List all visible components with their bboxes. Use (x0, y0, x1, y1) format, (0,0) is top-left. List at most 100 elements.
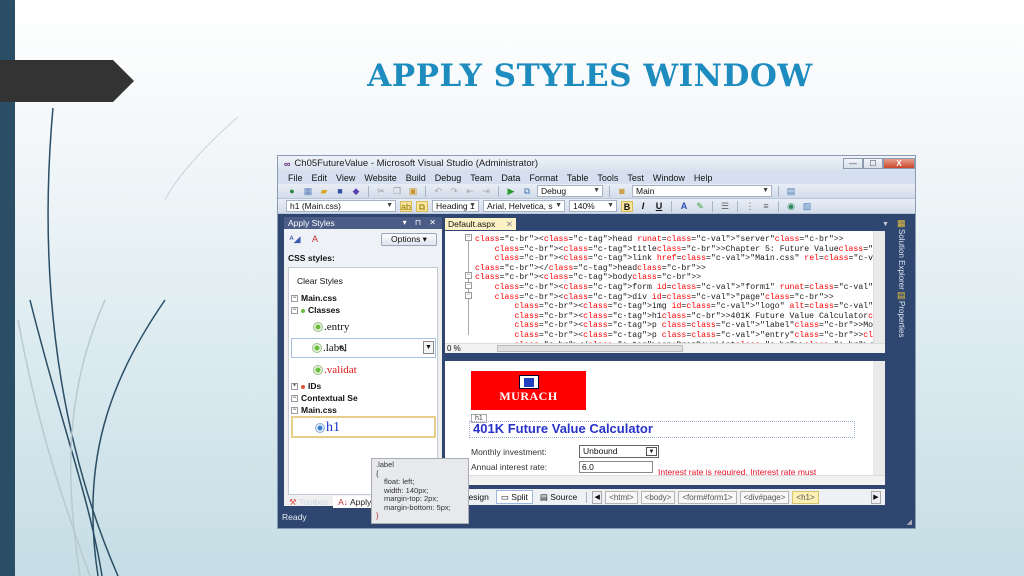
breadcrumb-right-icon[interactable]: ▶ (871, 490, 881, 504)
configuration-combo[interactable]: Debug ▼ (537, 185, 603, 197)
style-entry[interactable]: .entry (313, 321, 349, 333)
source-vertical-scrollbar[interactable] (873, 231, 885, 353)
foreground-color-icon[interactable]: A (678, 201, 690, 212)
style-dropdown-button[interactable]: ▼ (423, 341, 434, 354)
breadcrumb-left-icon[interactable]: ◀ (592, 490, 603, 504)
tab-properties[interactable]: Properties (897, 301, 906, 337)
open-folder-icon[interactable]: ▰ (318, 186, 330, 197)
collapse-icon[interactable]: − (291, 395, 298, 403)
maximize-button[interactable]: ☐ (863, 157, 883, 169)
document-list-chevron-icon[interactable]: ▼ (882, 221, 889, 228)
style-h1-row[interactable]: h1 (291, 416, 436, 438)
breadcrumb-body[interactable]: <body> (640, 490, 676, 504)
style-application-icon[interactable]: ab (400, 200, 412, 212)
breadcrumb-div[interactable]: <div#page> (739, 490, 790, 504)
style-validator[interactable]: .validat (313, 364, 357, 376)
styles-icon[interactable]: ▧ (801, 201, 813, 212)
tree-contextual-selectors[interactable]: − Contextual Se (291, 393, 358, 403)
options-button[interactable]: Options ▾ (381, 232, 437, 246)
block-format-combo[interactable]: Heading 1 ▼ (432, 200, 479, 212)
find-combo[interactable]: Main ▼ (632, 185, 772, 197)
collapse-icon[interactable]: − (465, 234, 472, 241)
menu-window[interactable]: Window (653, 173, 685, 183)
find-in-files-icon[interactable]: ◙ (616, 186, 628, 197)
tab-toolbox[interactable]: ⚒ Toolbox (284, 496, 333, 508)
design-view[interactable]: MURACH h1 401K Future Value Calculator M… (445, 361, 885, 485)
zoom-level[interactable]: 0 % (447, 344, 481, 353)
menu-test[interactable]: Test (627, 173, 644, 183)
source-horizontal-scrollbar[interactable]: 0 % (445, 343, 885, 353)
collapse-icon[interactable]: − (291, 295, 298, 303)
menu-table[interactable]: Table (567, 173, 589, 183)
numbered-list-icon[interactable]: ⋮ (744, 201, 756, 212)
attach-stylesheet-icon[interactable]: A (309, 234, 321, 245)
style-label-row[interactable]: .label ↖ ▼ (291, 338, 436, 358)
style-h1[interactable]: h1 (315, 420, 340, 436)
new-project-icon[interactable]: ● (286, 186, 298, 197)
copy-icon[interactable]: ❐ (391, 186, 403, 197)
menu-tools[interactable]: Tools (597, 173, 618, 183)
menu-debug[interactable]: Debug (435, 173, 462, 183)
browser-icon[interactable]: ⧉ (521, 186, 533, 197)
collapse-icon[interactable]: − (465, 282, 472, 289)
highlight-color-icon[interactable]: ✎ (694, 201, 706, 212)
menu-build[interactable]: Build (406, 173, 426, 183)
tree-main-css[interactable]: − Main.css (291, 293, 337, 303)
close-button[interactable]: X (883, 157, 915, 169)
navigate-back-icon[interactable]: ⇤ (464, 186, 476, 197)
menu-view[interactable]: View (336, 173, 355, 183)
scroll-thumb[interactable] (497, 345, 683, 352)
monthly-investment-select[interactable]: Unbound ▼ (579, 445, 659, 458)
paste-icon[interactable]: ▣ (407, 186, 419, 197)
alignment-icon[interactable]: ☰ (719, 201, 731, 212)
cut-icon[interactable]: ✂ (375, 186, 387, 197)
page-heading[interactable]: 401K Future Value Calculator (473, 421, 653, 436)
insert-hyperlink-icon[interactable]: ◉ (785, 201, 797, 212)
redo-icon[interactable]: ↷ (448, 186, 460, 197)
tab-solution-explorer[interactable]: Solution Explorer (897, 229, 906, 290)
close-tab-icon[interactable]: ✕ (506, 218, 513, 230)
solution-explorer-icon[interactable]: ▤ (785, 186, 797, 197)
tree-classes[interactable]: − Classes (291, 305, 340, 315)
save-all-icon[interactable]: ◆ (350, 186, 362, 197)
undo-icon[interactable]: ↶ (432, 186, 444, 197)
reuse-properties-icon[interactable]: ⧉ (416, 200, 428, 212)
panel-window-controls[interactable]: ▾ ⊓ ✕ (403, 217, 442, 229)
tab-default-aspx[interactable]: Default.aspx ✕ (445, 218, 516, 230)
menu-data[interactable]: Data (501, 173, 520, 183)
add-item-icon[interactable]: ▦ (302, 186, 314, 197)
new-style-icon[interactable]: ᴬ◢ (289, 234, 301, 245)
collapse-icon[interactable]: − (465, 292, 472, 299)
breadcrumb-form[interactable]: <form#form1> (678, 490, 737, 504)
menu-format[interactable]: Format (529, 173, 558, 183)
bold-button[interactable]: B (621, 200, 633, 212)
split-view-button[interactable]: ▭ Split (495, 490, 533, 504)
italic-button[interactable]: I (637, 201, 649, 212)
source-view[interactable]: − − − − class="c-br"><class="c-tag">head… (445, 231, 885, 353)
menu-team[interactable]: Team (470, 173, 492, 183)
tree-ids[interactable]: + IDs (291, 381, 321, 391)
code-editor-text[interactable]: class="c-br"><class="c-tag">head runat=c… (475, 235, 885, 350)
menu-edit[interactable]: Edit (312, 173, 328, 183)
collapse-icon[interactable]: − (465, 272, 472, 279)
underline-button[interactable]: U (653, 201, 665, 212)
resize-grip-icon[interactable]: ◢ (907, 518, 912, 526)
save-icon[interactable]: ■ (334, 186, 346, 197)
design-horizontal-scrollbar[interactable] (445, 475, 885, 485)
solution-explorer-icon[interactable]: ▦ (897, 218, 912, 229)
design-vertical-scrollbar[interactable] (873, 361, 885, 475)
properties-icon[interactable]: ▤ (897, 290, 912, 301)
clear-styles-item[interactable]: Clear Styles (297, 276, 343, 286)
tree-main-css-2[interactable]: − Main.css (291, 405, 337, 415)
breadcrumb-h1[interactable]: <h1> (792, 490, 819, 504)
target-rule-combo[interactable]: h1 (Main.css) ▼ (286, 200, 396, 212)
menu-file[interactable]: File (288, 173, 303, 183)
interest-rate-input[interactable]: 6.0 (579, 461, 653, 473)
font-family-combo[interactable]: Arial, Helvetica, s ▼ (483, 200, 565, 212)
bulleted-list-icon[interactable]: ≡ (760, 201, 772, 212)
breadcrumb-html[interactable]: <html> (605, 490, 638, 504)
collapse-icon[interactable]: − (291, 407, 298, 415)
start-debugging-icon[interactable]: ▶ (505, 186, 517, 197)
expand-icon[interactable]: + (291, 383, 298, 391)
menu-help[interactable]: Help (694, 173, 713, 183)
